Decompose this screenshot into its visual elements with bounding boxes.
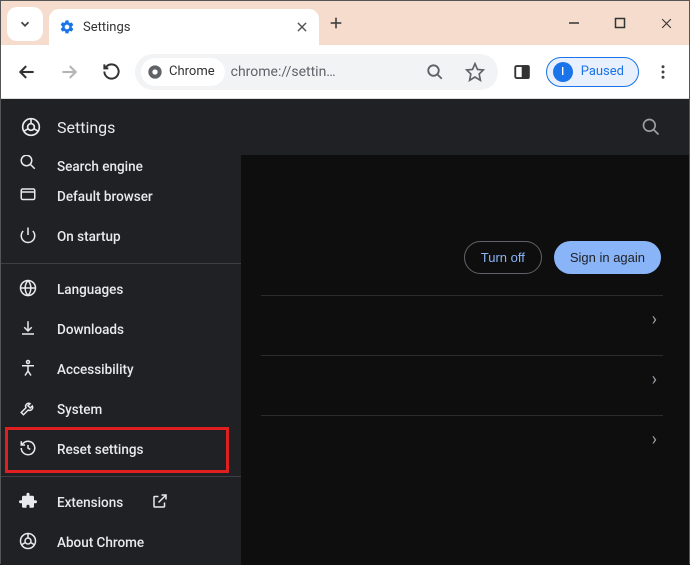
minimize-button[interactable] <box>551 1 597 45</box>
chevron-right-icon: › <box>652 309 657 330</box>
sidebar-item-label: Languages <box>57 282 123 298</box>
sidebar-item-on-startup[interactable]: On startup <box>1 217 241 257</box>
sidebar-item-extensions[interactable]: Extensions <box>1 483 241 523</box>
browser-toolbar: Chrome chrome://settin… I Paused <box>1 45 689 99</box>
profile-state-label: Paused <box>581 64 624 79</box>
chevron-right-icon: › <box>652 369 657 390</box>
profile-chip[interactable]: I Paused <box>546 57 639 87</box>
sidebar-item-label: Search engine <box>57 159 143 175</box>
origin-chip[interactable]: Chrome <box>141 58 225 86</box>
sidebar-item-label: Downloads <box>57 322 124 338</box>
sidebar-item-label: Default browser <box>57 189 153 205</box>
sidebar-item-about-chrome[interactable]: About Chrome <box>1 523 241 563</box>
sidebar-item-reset-settings[interactable]: Reset settings <box>1 430 241 470</box>
power-icon <box>19 226 37 248</box>
menu-button[interactable] <box>645 54 681 90</box>
kebab-icon <box>654 63 672 81</box>
settings-header: Settings <box>1 99 689 155</box>
sidebar-item-label: Extensions <box>57 495 123 511</box>
settings-sidebar[interactable]: Search engine Default browser On startup La… <box>1 155 241 565</box>
side-panel-button[interactable] <box>504 54 540 90</box>
search-icon <box>641 117 661 137</box>
sidebar-item-label: Accessibility <box>57 362 134 378</box>
address-bar[interactable]: Chrome chrome://settin… <box>135 54 498 90</box>
tab-search-button[interactable] <box>7 7 43 41</box>
sidebar-item-system[interactable]: System <box>1 390 241 430</box>
sidebar-item-languages[interactable]: Languages <box>1 270 241 310</box>
browser-icon <box>19 186 37 208</box>
tab-title: Settings <box>83 20 287 35</box>
settings-main: Turn off Sign in again › › › <box>241 155 689 565</box>
sidebar-separator <box>1 476 241 477</box>
extension-icon <box>19 492 37 514</box>
plus-icon <box>328 15 344 31</box>
wrench-icon <box>19 399 37 421</box>
sidebar-item-label: About Chrome <box>57 535 144 551</box>
arrow-left-icon <box>17 62 37 82</box>
reload-icon <box>102 62 121 81</box>
arrow-right-icon <box>59 62 79 82</box>
sidebar-item-label: System <box>57 402 102 418</box>
download-icon <box>19 319 37 341</box>
settings-row[interactable]: › <box>261 415 663 463</box>
chrome-icon <box>19 532 37 554</box>
sidebar-item-accessibility[interactable]: Accessibility <box>1 350 241 390</box>
settings-row[interactable]: › <box>261 355 663 403</box>
settings-row[interactable]: › <box>261 295 663 343</box>
open-external-icon <box>151 492 169 514</box>
maximize-icon <box>614 17 626 29</box>
minimize-icon <box>568 17 580 29</box>
panel-icon <box>513 63 531 81</box>
sidebar-item-default-browser[interactable]: Default browser <box>1 177 241 217</box>
turn-off-button[interactable]: Turn off <box>464 241 542 274</box>
close-icon[interactable] <box>295 20 309 34</box>
restore-icon <box>19 439 37 461</box>
url-text: chrome://settin… <box>231 64 412 80</box>
window-titlebar: Settings <box>1 1 689 45</box>
chrome-icon <box>147 64 163 80</box>
sync-actions: Turn off Sign in again <box>464 241 661 274</box>
sidebar-item-label: Reset settings <box>57 442 143 458</box>
back-button[interactable] <box>9 54 45 90</box>
sidebar-item-search-engine[interactable]: Search engine <box>1 155 241 177</box>
sign-in-again-button[interactable]: Sign in again <box>554 241 661 274</box>
page-content: Settings Search engine Default browser On … <box>1 99 689 565</box>
search-settings-button[interactable] <box>633 109 669 145</box>
sidebar-item-label: On startup <box>57 229 121 245</box>
star-icon <box>465 62 485 82</box>
sidebar-separator <box>1 263 241 264</box>
zoom-icon <box>426 63 444 81</box>
reload-button[interactable] <box>93 54 129 90</box>
gear-icon <box>59 19 75 35</box>
sidebar-item-downloads[interactable]: Downloads <box>1 310 241 350</box>
window-controls <box>551 1 689 45</box>
page-title: Settings <box>57 118 669 137</box>
zoom-button[interactable] <box>418 55 452 89</box>
new-tab-button[interactable] <box>319 1 353 45</box>
avatar: I <box>553 62 573 82</box>
accessibility-icon <box>19 359 37 381</box>
bookmark-button[interactable] <box>458 55 492 89</box>
close-icon <box>660 17 673 30</box>
globe-icon <box>19 279 37 301</box>
forward-button[interactable] <box>51 54 87 90</box>
close-window-button[interactable] <box>643 1 689 45</box>
origin-chip-label: Chrome <box>169 64 215 79</box>
chevron-down-icon <box>18 17 32 31</box>
browser-tab[interactable]: Settings <box>49 9 319 45</box>
search-icon <box>19 155 37 175</box>
chevron-right-icon: › <box>652 429 657 450</box>
maximize-button[interactable] <box>597 1 643 45</box>
chrome-logo-icon <box>21 117 41 137</box>
